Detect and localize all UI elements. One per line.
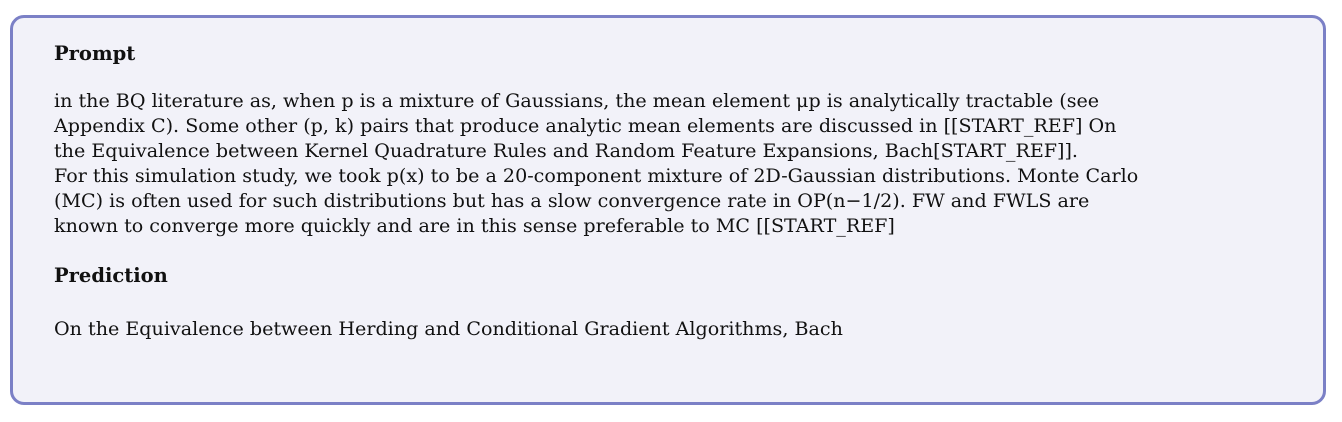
prompt-line-1: in the BQ literature as, when p is a mix… <box>54 89 1100 112</box>
prompt-body: in the BQ literature as, when p is a mix… <box>54 88 1294 238</box>
prompt-heading: Prompt <box>54 42 136 65</box>
prompt-line-5: (MC) is often used for such distribution… <box>54 189 1090 212</box>
card-content: Prompt in the BQ literature as, when p i… <box>54 42 1294 341</box>
prompt-prediction-card: Prompt in the BQ literature as, when p i… <box>10 15 1326 405</box>
prediction-heading: Prediction <box>54 264 168 287</box>
prediction-text: On the Equivalence between Herding and C… <box>54 317 843 340</box>
prompt-line-2: Appendix C). Some other (p, k) pairs tha… <box>54 114 1117 137</box>
prompt-line-3: the Equivalence between Kernel Quadratur… <box>54 139 1079 162</box>
prompt-line-4: For this simulation study, we took p(x) … <box>54 164 1139 187</box>
prompt-line-6: known to converge more quickly and are i… <box>54 214 895 237</box>
